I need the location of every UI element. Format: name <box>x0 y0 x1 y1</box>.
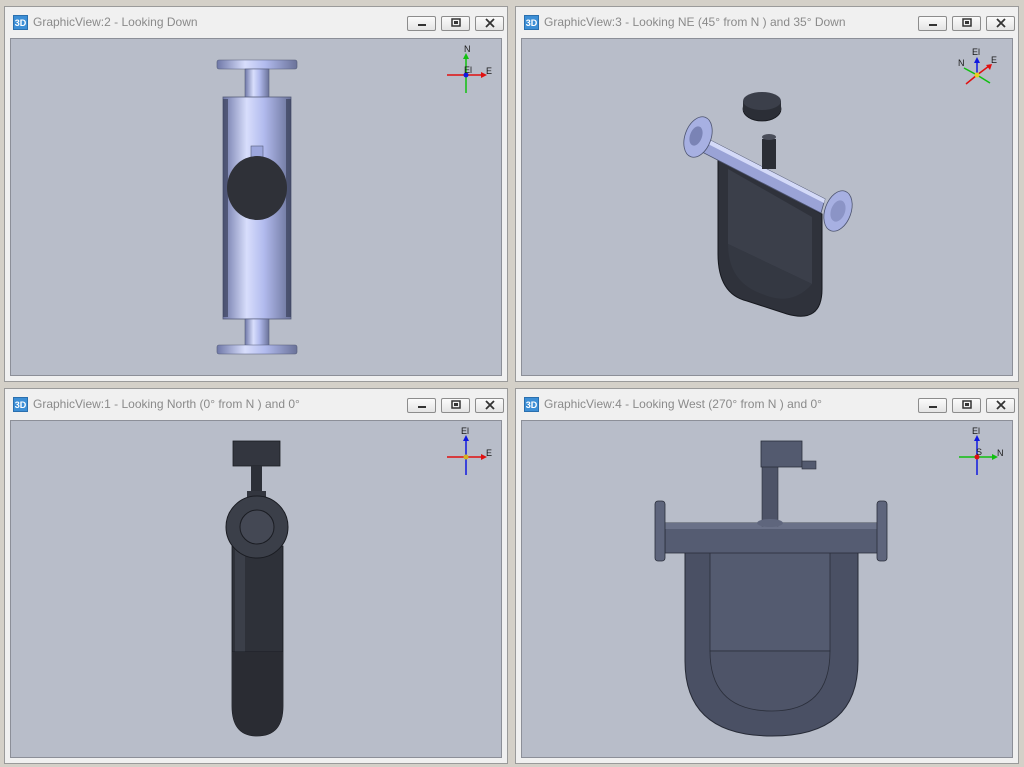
window-title: GraphicView:2 - Looking Down <box>33 15 198 29</box>
window-title-bar[interactable]: 3D GraphicView:2 - Looking Down <box>5 7 507 37</box>
window-title: GraphicView:1 - Looking North (0° from N… <box>33 397 300 411</box>
isometric-view-model: El N E <box>683 47 997 317</box>
3d-app-icon: 3D <box>13 397 28 412</box>
graphic-view-1-window[interactable]: 3D GraphicView:1 - Looking North (0° fro… <box>4 388 508 764</box>
west-view-model: El S N <box>654 426 1004 737</box>
minimize-button[interactable] <box>918 398 947 413</box>
axis-triad: El N E <box>958 47 997 85</box>
axis-label-n: N <box>997 448 1004 458</box>
axis-label-el: El <box>461 426 469 436</box>
3d-app-icon: 3D <box>524 397 539 412</box>
axis-label-el: El <box>972 47 980 57</box>
axis-triad: El E <box>447 426 492 475</box>
restore-icon <box>961 400 972 409</box>
minimize-button[interactable] <box>407 398 436 413</box>
graphic-view-2-window[interactable]: 3D GraphicView:2 - Looking Down N El E <box>4 6 508 382</box>
3d-viewport[interactable]: El N E <box>521 38 1013 376</box>
graphic-view-4-window[interactable]: 3D GraphicView:4 - Looking West (270° fr… <box>515 388 1019 764</box>
restore-icon <box>450 400 461 409</box>
axis-triad: El S N <box>959 426 1004 475</box>
graphic-view-3-window[interactable]: 3D GraphicView:3 - Looking NE (45° from … <box>515 6 1019 382</box>
minimize-icon <box>928 24 937 26</box>
minimize-icon <box>417 24 426 26</box>
flange <box>216 344 298 355</box>
3d-app-icon: 3D <box>13 15 28 30</box>
close-icon <box>995 400 1006 410</box>
close-button[interactable] <box>986 16 1015 31</box>
axis-label-n: N <box>464 44 471 54</box>
window-title: GraphicView:4 - Looking West (270° from … <box>544 397 822 411</box>
transmitter-head <box>760 440 803 468</box>
flange <box>654 500 666 562</box>
3d-viewport[interactable]: N El E <box>10 38 502 376</box>
close-button[interactable] <box>986 398 1015 413</box>
flange <box>876 500 888 562</box>
axis-label-e: E <box>486 448 492 458</box>
restore-icon <box>450 18 461 27</box>
close-icon <box>484 400 495 410</box>
axis-label-el: El <box>464 65 472 75</box>
close-button[interactable] <box>475 16 504 31</box>
close-icon <box>484 18 495 28</box>
maximize-button[interactable] <box>441 16 470 31</box>
north-view-model: El E <box>225 426 492 737</box>
window-title-bar[interactable]: 3D GraphicView:1 - Looking North (0° fro… <box>5 389 507 419</box>
top-view-model: N El E <box>216 44 492 355</box>
axis-triad: N El E <box>447 44 492 93</box>
axis-label-s: S <box>976 447 982 457</box>
minimize-icon <box>928 406 937 408</box>
minimize-button[interactable] <box>918 16 947 31</box>
3d-viewport[interactable]: El S N <box>521 420 1013 758</box>
restore-icon <box>961 18 972 27</box>
axis-label-el: El <box>972 426 980 436</box>
axis-label-n: N <box>958 58 965 68</box>
window-title-bar[interactable]: 3D GraphicView:4 - Looking West (270° fr… <box>516 389 1018 419</box>
3d-viewport[interactable]: El E <box>10 420 502 758</box>
maximize-button[interactable] <box>441 398 470 413</box>
flange <box>216 59 298 70</box>
maximize-button[interactable] <box>952 16 981 31</box>
minimize-button[interactable] <box>407 16 436 31</box>
3d-app-icon: 3D <box>524 15 539 30</box>
minimize-icon <box>417 406 426 408</box>
close-icon <box>995 18 1006 28</box>
maximize-button[interactable] <box>952 398 981 413</box>
transmitter-head <box>227 156 287 220</box>
window-title: GraphicView:3 - Looking NE (45° from N )… <box>544 15 846 29</box>
transmitter-head <box>232 440 281 467</box>
close-button[interactable] <box>475 398 504 413</box>
axis-label-e: E <box>991 55 997 65</box>
window-title-bar[interactable]: 3D GraphicView:3 - Looking NE (45° from … <box>516 7 1018 37</box>
axis-label-e: E <box>486 66 492 76</box>
